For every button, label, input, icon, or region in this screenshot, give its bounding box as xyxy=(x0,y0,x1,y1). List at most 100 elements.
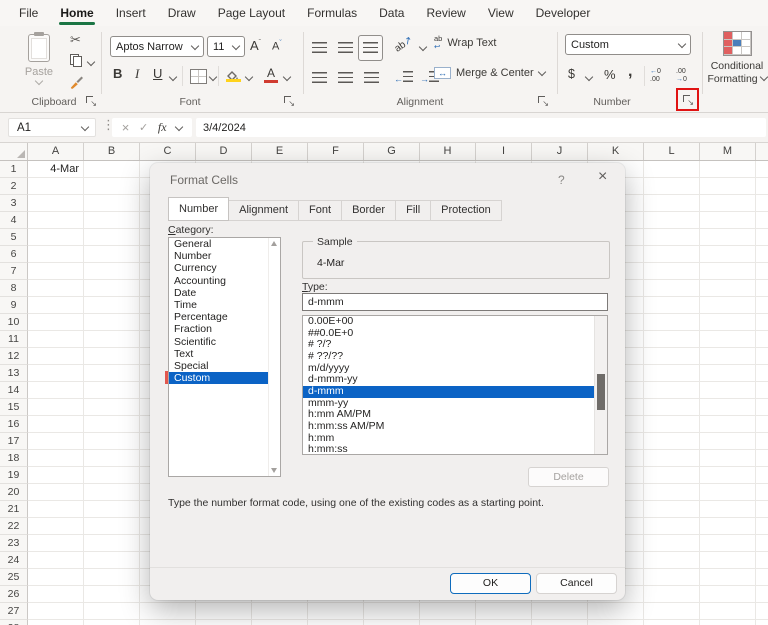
cell-M16[interactable] xyxy=(700,416,756,433)
cell-M12[interactable] xyxy=(700,348,756,365)
cut-button[interactable]: ✂ xyxy=(70,32,81,48)
font-color-button[interactable]: A xyxy=(264,66,278,80)
cell-L19[interactable] xyxy=(644,467,700,484)
cell-A2[interactable] xyxy=(28,178,84,195)
cell-A11[interactable] xyxy=(28,331,84,348)
copy-button[interactable] xyxy=(70,54,82,67)
help-button[interactable]: ? xyxy=(558,173,565,187)
category-item[interactable]: Percentage xyxy=(169,311,280,323)
dialog-tab[interactable]: Number xyxy=(168,197,229,221)
cell-M1[interactable] xyxy=(700,161,756,178)
align-middle-button[interactable] xyxy=(338,40,353,58)
cell-B6[interactable] xyxy=(84,246,140,263)
column-header[interactable]: B xyxy=(84,143,140,160)
dialog-tab[interactable]: Font xyxy=(298,200,342,221)
cell-H27[interactable] xyxy=(420,603,476,620)
cell-L1[interactable] xyxy=(644,161,700,178)
cell-A23[interactable] xyxy=(28,535,84,552)
row-header[interactable]: 16 xyxy=(0,416,28,433)
select-all-corner[interactable] xyxy=(0,143,28,160)
cell-A7[interactable] xyxy=(28,263,84,280)
row-header[interactable]: 22 xyxy=(0,518,28,535)
cell-H28[interactable] xyxy=(420,620,476,625)
font-dialog-launcher[interactable]: ↘ xyxy=(283,95,295,107)
row-header[interactable]: 3 xyxy=(0,195,28,212)
align-bottom-button-selected[interactable] xyxy=(358,35,383,61)
cell-L18[interactable] xyxy=(644,450,700,467)
category-item[interactable]: Custom xyxy=(169,372,280,384)
row-header[interactable]: 6 xyxy=(0,246,28,263)
cell-L6[interactable] xyxy=(644,246,700,263)
cell-B5[interactable] xyxy=(84,229,140,246)
menu-tab[interactable]: View xyxy=(477,0,525,26)
category-scrollbar[interactable] xyxy=(268,238,280,476)
cell-B25[interactable] xyxy=(84,569,140,586)
cell-G27[interactable] xyxy=(364,603,420,620)
cell-D28[interactable] xyxy=(196,620,252,625)
align-center-button[interactable] xyxy=(338,70,353,88)
column-header[interactable]: D xyxy=(196,143,252,160)
row-header[interactable]: 9 xyxy=(0,297,28,314)
decrease-decimal-button[interactable]: .00→0 xyxy=(676,68,700,83)
cell-M15[interactable] xyxy=(700,399,756,416)
decrease-font-size-button[interactable]: Aˇ xyxy=(272,40,282,53)
cell-A21[interactable] xyxy=(28,501,84,518)
cell-M24[interactable] xyxy=(700,552,756,569)
cell-L10[interactable] xyxy=(644,314,700,331)
cell-A14[interactable] xyxy=(28,382,84,399)
cell-M3[interactable] xyxy=(700,195,756,212)
cell-L20[interactable] xyxy=(644,484,700,501)
column-header[interactable]: G xyxy=(364,143,420,160)
cell-A20[interactable] xyxy=(28,484,84,501)
row-header[interactable]: 24 xyxy=(0,552,28,569)
cell-L7[interactable] xyxy=(644,263,700,280)
cell-B2[interactable] xyxy=(84,178,140,195)
cell-M21[interactable] xyxy=(700,501,756,518)
cell-C27[interactable] xyxy=(140,603,196,620)
category-item[interactable]: Fraction xyxy=(169,323,280,335)
dialog-tab[interactable]: Alignment xyxy=(228,200,299,221)
cell-A1[interactable]: 4-Mar xyxy=(28,161,84,178)
cell-A22[interactable] xyxy=(28,518,84,535)
row-header[interactable]: 5 xyxy=(0,229,28,246)
conditional-formatting-button[interactable]: Conditional Formatting xyxy=(698,60,768,86)
column-header[interactable]: H xyxy=(420,143,476,160)
row-header[interactable]: 10 xyxy=(0,314,28,331)
row-header[interactable]: 8 xyxy=(0,280,28,297)
cell-M13[interactable] xyxy=(700,365,756,382)
cell-A18[interactable] xyxy=(28,450,84,467)
column-header[interactable]: C xyxy=(140,143,196,160)
row-header[interactable]: 7 xyxy=(0,263,28,280)
cell-M25[interactable] xyxy=(700,569,756,586)
cell-M28[interactable] xyxy=(700,620,756,625)
row-header[interactable]: 2 xyxy=(0,178,28,195)
row-header[interactable]: 18 xyxy=(0,450,28,467)
cell-M4[interactable] xyxy=(700,212,756,229)
cell-M22[interactable] xyxy=(700,518,756,535)
category-item[interactable]: Currency xyxy=(169,262,280,274)
category-item[interactable]: Special xyxy=(169,360,280,372)
cell-M9[interactable] xyxy=(700,297,756,314)
cell-M17[interactable] xyxy=(700,433,756,450)
menu-tab[interactable]: Draw xyxy=(157,0,207,26)
type-option[interactable]: # ??/?? xyxy=(303,351,607,363)
cell-L22[interactable] xyxy=(644,518,700,535)
merge-center-button[interactable]: ↔ Merge & Center xyxy=(434,67,545,79)
cell-B22[interactable] xyxy=(84,518,140,535)
cell-B17[interactable] xyxy=(84,433,140,450)
cell-L2[interactable] xyxy=(644,178,700,195)
column-header[interactable]: K xyxy=(588,143,644,160)
accounting-format-button[interactable]: $ xyxy=(568,67,575,81)
menu-tab[interactable]: Developer xyxy=(525,0,602,26)
cell-F27[interactable] xyxy=(308,603,364,620)
alignment-dialog-launcher[interactable]: ↘ xyxy=(537,95,549,107)
cell-M23[interactable] xyxy=(700,535,756,552)
cell-M8[interactable] xyxy=(700,280,756,297)
row-header[interactable]: 1 xyxy=(0,161,28,178)
cell-E28[interactable] xyxy=(252,620,308,625)
column-header[interactable]: L xyxy=(644,143,700,160)
cell-A4[interactable] xyxy=(28,212,84,229)
name-box[interactable]: A1 xyxy=(8,118,96,137)
column-header[interactable]: F xyxy=(308,143,364,160)
font-name-combobox[interactable]: Aptos Narrow xyxy=(110,36,204,57)
